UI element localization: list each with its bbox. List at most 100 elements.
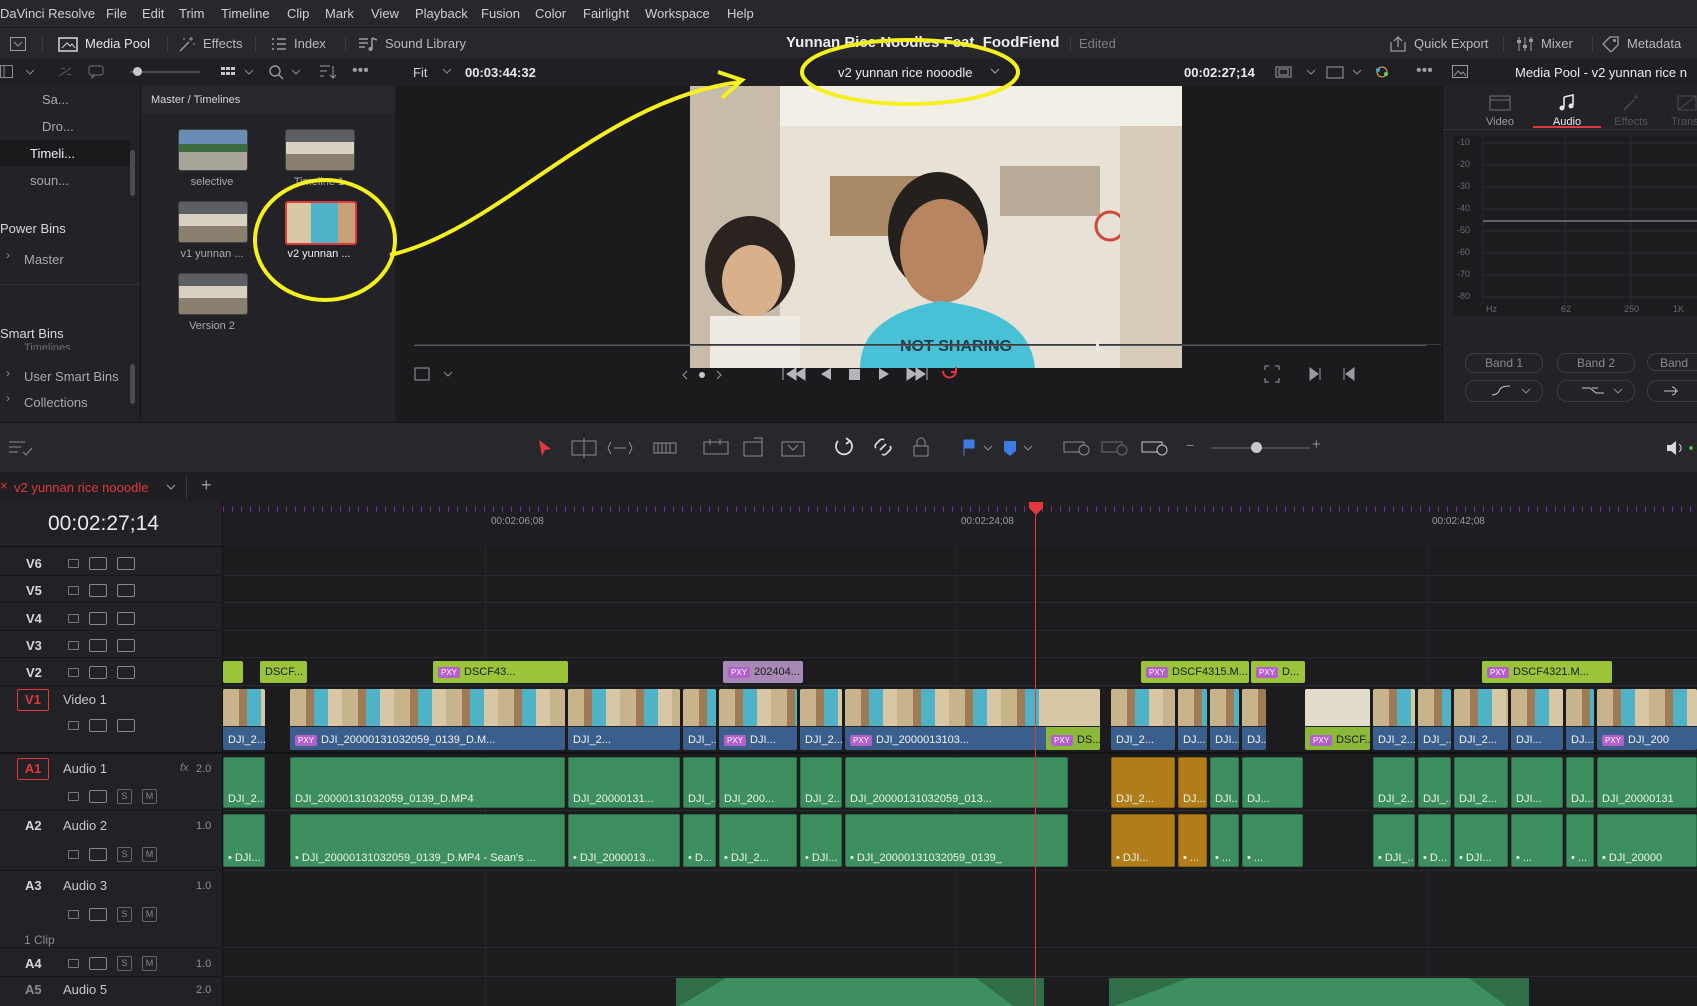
- tab-transition[interactable]: Transiti: [1671, 94, 1697, 128]
- lock-icon[interactable]: [68, 614, 79, 623]
- mixer-button[interactable]: Mixer: [1516, 28, 1573, 59]
- selection-pointer-icon[interactable]: [537, 438, 553, 458]
- timeline-thumbnail-selected[interactable]: [285, 201, 357, 245]
- smart-bin-timelines[interactable]: Timelines: [24, 342, 71, 350]
- close-tab-icon[interactable]: ×: [0, 478, 8, 493]
- timeline-thumbnail[interactable]: [178, 273, 248, 315]
- a1-clip[interactable]: DJI_2...: [800, 757, 842, 808]
- v1-clip[interactable]: DJI_2...: [1111, 689, 1175, 750]
- eq-band-3-type-select[interactable]: [1647, 380, 1697, 402]
- tab-audio[interactable]: Audio: [1547, 94, 1587, 128]
- a1-clip[interactable]: DJI_...: [1418, 757, 1451, 808]
- eq-band-1-button[interactable]: Band 1: [1465, 353, 1543, 373]
- track-label-v1[interactable]: V1: [17, 689, 49, 711]
- v1-clip[interactable]: PXY DS...: [1046, 689, 1100, 750]
- a1-clip[interactable]: DJI...: [1210, 757, 1239, 808]
- flag-marker-icons[interactable]: [962, 438, 1042, 458]
- eq-band-1-type-select[interactable]: [1465, 380, 1543, 402]
- quick-export-button[interactable]: Quick Export: [1389, 28, 1488, 59]
- v2-clip[interactable]: PXY DSCF4321.M...: [1482, 661, 1612, 683]
- a1-clip[interactable]: DJI_2...: [1454, 757, 1508, 808]
- v2-clip[interactable]: DSCF...: [260, 661, 307, 683]
- auto-select-icon[interactable]: [89, 639, 107, 652]
- a2-clip[interactable]: • ...: [1210, 814, 1239, 867]
- lock-icon[interactable]: [68, 668, 79, 677]
- lock-icon[interactable]: [68, 910, 79, 919]
- transport-controls[interactable]: [781, 365, 981, 383]
- clip-link-icon[interactable]: [56, 65, 76, 79]
- timeline-selector[interactable]: v2 yunnan rice nooodle: [838, 65, 972, 80]
- track-name[interactable]: Audio 5: [63, 982, 107, 997]
- zoom-mode-icons[interactable]: [1062, 436, 1172, 460]
- track-label-a1[interactable]: A1: [17, 758, 49, 780]
- v1-clip[interactable]: DJI...: [1511, 689, 1563, 750]
- effects-button[interactable]: Effects: [178, 28, 243, 59]
- a2-clip[interactable]: • DJI...: [1111, 814, 1175, 867]
- solo-button[interactable]: S: [117, 789, 132, 804]
- comment-icon[interactable]: [88, 65, 106, 79]
- a1-clip[interactable]: DJI_20000131: [1597, 757, 1697, 808]
- v2-clip[interactable]: PXY DSCF43...: [433, 661, 568, 683]
- lock-icon[interactable]: [68, 721, 79, 730]
- solo-button[interactable]: S: [117, 847, 132, 862]
- v2-clip[interactable]: PXY DSCF4315.M...: [1141, 661, 1249, 683]
- bin-item[interactable]: Dro...: [0, 113, 130, 139]
- mute-button[interactable]: M: [142, 847, 157, 862]
- v1-clip[interactable]: DJI...: [1210, 689, 1239, 750]
- solo-button[interactable]: S: [117, 907, 132, 922]
- eq-band-3-button[interactable]: Band: [1647, 353, 1697, 371]
- tab-effects[interactable]: Effects: [1611, 94, 1651, 128]
- menu-edit[interactable]: Edit: [142, 6, 164, 21]
- v1-clip[interactable]: PXYDSCF...: [1305, 689, 1370, 750]
- zoom-fit-select[interactable]: Fit: [413, 65, 427, 80]
- sound-library-button[interactable]: Sound Library: [358, 28, 466, 59]
- timeline-ruler[interactable]: 00:02:06;08 00:02:24;08 00:02:42;08: [223, 502, 1697, 546]
- user-smart-bins[interactable]: User Smart Bins: [24, 369, 119, 384]
- playhead[interactable]: [1035, 502, 1036, 1006]
- auto-select-icon[interactable]: [89, 719, 107, 732]
- mute-button[interactable]: M: [142, 956, 157, 971]
- bin-scrollbar[interactable]: [130, 364, 135, 404]
- video-frame[interactable]: NOT SHARING: [690, 86, 1182, 368]
- zoom-out-icon[interactable]: −: [1186, 437, 1194, 453]
- search-icon[interactable]: [268, 64, 304, 80]
- menu-color[interactable]: Color: [535, 6, 566, 21]
- track-name[interactable]: Video 1: [63, 692, 107, 707]
- breadcrumb[interactable]: Master / Timelines: [151, 94, 240, 106]
- more-options-icon[interactable]: •••: [1416, 62, 1433, 80]
- menu-clip[interactable]: Clip: [287, 6, 309, 21]
- a2-clip[interactable]: • ...: [1242, 814, 1303, 867]
- a2-clip[interactable]: • DJI...: [1454, 814, 1508, 867]
- snap-link-lock-icons[interactable]: [832, 436, 952, 460]
- a1-clip[interactable]: DJI_20000131...: [568, 757, 680, 808]
- speaker-icon[interactable]: [1665, 438, 1697, 458]
- media-pool-button[interactable]: Media Pool: [58, 28, 150, 59]
- auto-select-icon[interactable]: [89, 612, 107, 625]
- lock-icon[interactable]: [68, 850, 79, 859]
- menu-fusion[interactable]: Fusion: [481, 6, 520, 21]
- v1-clip[interactable]: DJI_2...: [568, 689, 680, 750]
- a1-clip[interactable]: DJ...: [1566, 757, 1594, 808]
- menu-mark[interactable]: Mark: [325, 6, 354, 21]
- a1-clip[interactable]: DJI_...: [683, 757, 716, 808]
- eq-band-2-button[interactable]: Band 2: [1557, 353, 1635, 373]
- timeline-thumbnail[interactable]: [178, 201, 248, 243]
- timeline-area[interactable]: 00:02:06;08 00:02:24;08 00:02:42;08 DSCF…: [223, 502, 1697, 1006]
- v1-clip[interactable]: DJI_...: [683, 689, 716, 750]
- next-frame-icon[interactable]: [1308, 365, 1322, 383]
- auto-select-icon[interactable]: [89, 790, 107, 803]
- film-icon[interactable]: [117, 612, 135, 625]
- v1-clip[interactable]: PXY DJI_200: [1597, 689, 1697, 750]
- timeline-thumbnail[interactable]: [285, 129, 355, 171]
- lock-icon[interactable]: [68, 559, 79, 568]
- edit-mode-icons[interactable]: [570, 438, 690, 458]
- lock-icon[interactable]: [68, 792, 79, 801]
- v1-clip[interactable]: DJ...: [1242, 689, 1266, 750]
- menu-workspace[interactable]: Workspace: [645, 6, 710, 21]
- v2-clip[interactable]: [223, 661, 243, 683]
- auto-select-icon[interactable]: [89, 666, 107, 679]
- a2-clip[interactable]: • D...: [1418, 814, 1451, 867]
- a2-clip[interactable]: • DJI_20000: [1597, 814, 1697, 867]
- lock-icon[interactable]: [68, 959, 79, 968]
- v1-clip[interactable]: DJI_2...: [1454, 689, 1508, 750]
